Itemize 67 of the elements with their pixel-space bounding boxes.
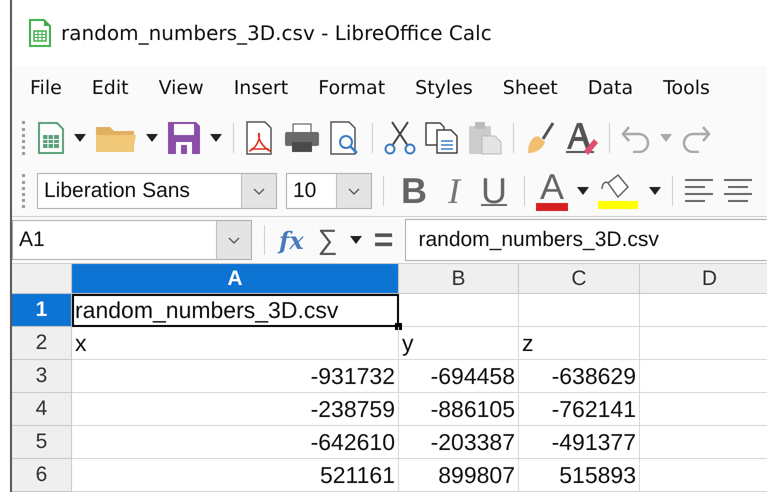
bold-button[interactable]: B xyxy=(395,171,433,211)
brush-icon[interactable] xyxy=(525,121,555,155)
menu-item[interactable]: Data xyxy=(584,77,646,99)
corner-cell[interactable] xyxy=(12,264,72,294)
copy-icon[interactable] xyxy=(425,122,459,154)
caret-icon[interactable] xyxy=(577,187,590,195)
row-header[interactable]: 3 xyxy=(12,360,72,393)
highlighter-icon[interactable] xyxy=(598,173,640,209)
chevron-down-icon xyxy=(228,236,240,244)
table-cell: -694458 xyxy=(399,360,519,393)
name-box[interactable]: A1 xyxy=(12,220,252,260)
table-cell: -203387 xyxy=(399,426,519,459)
table-cell: 515893 xyxy=(519,459,640,492)
table-cell: -886105 xyxy=(399,393,519,426)
table-cell: -931732 xyxy=(72,360,399,393)
scissors-icon[interactable] xyxy=(384,121,416,155)
chevron-down-icon xyxy=(348,188,360,194)
column-header[interactable]: A xyxy=(72,264,399,294)
menu-item[interactable]: Edit xyxy=(88,77,141,99)
printer-icon[interactable] xyxy=(284,123,320,153)
new-spreadsheet-icon[interactable] xyxy=(37,122,65,154)
table-cell: 899807 xyxy=(399,459,519,492)
table-cell: -491377 xyxy=(519,426,640,459)
row-header[interactable]: 6 xyxy=(12,459,72,492)
spreadsheet-icon xyxy=(29,19,51,47)
table-cell: -638629 xyxy=(519,360,640,393)
window-title: random_numbers_3D.csv - LibreOffice Calc xyxy=(61,21,492,45)
caret-icon[interactable] xyxy=(649,187,662,195)
table-cell: x xyxy=(72,327,399,360)
menu-item[interactable]: File xyxy=(26,77,74,99)
caret-icon[interactable] xyxy=(74,134,86,142)
caret-icon[interactable] xyxy=(350,236,362,244)
column-header[interactable]: D xyxy=(640,264,767,294)
menu-item[interactable]: View xyxy=(154,77,216,99)
menu-item[interactable]: Format xyxy=(314,77,398,99)
row-header[interactable]: 1 xyxy=(12,294,72,327)
formula-button[interactable]: = xyxy=(372,220,396,260)
underline-button[interactable]: U xyxy=(475,171,513,211)
row-header[interactable]: 5 xyxy=(12,426,72,459)
table-cell: 521161 xyxy=(72,459,399,492)
italic-button[interactable]: I xyxy=(442,171,466,211)
pdf-export-icon[interactable] xyxy=(245,121,275,155)
function-wizard-button[interactable]: fx xyxy=(277,226,306,254)
menu-item[interactable]: Styles xyxy=(411,77,485,99)
align-center-icon[interactable] xyxy=(723,178,754,204)
table-cell: -642610 xyxy=(72,426,399,459)
table-cell: random_numbers_3D.csv xyxy=(72,294,399,327)
column-header[interactable]: C xyxy=(519,264,640,294)
table-cell: z xyxy=(519,327,640,360)
chevron-down-icon xyxy=(253,188,265,194)
caret-icon[interactable] xyxy=(210,134,222,142)
column-header[interactable]: B xyxy=(399,264,519,294)
row-header[interactable]: 2 xyxy=(12,327,72,360)
table-cell: -762141 xyxy=(519,393,640,426)
align-left-icon[interactable] xyxy=(684,178,714,204)
table-cell: -238759 xyxy=(72,393,399,426)
sum-button[interactable]: ∑ xyxy=(316,224,340,256)
formula-input[interactable]: random_numbers_3D.csv xyxy=(405,219,767,261)
clear-formatting-icon[interactable] xyxy=(564,121,598,155)
caret-icon[interactable] xyxy=(146,134,158,142)
font-size-combo[interactable]: 10 xyxy=(286,173,372,209)
table-cell: y xyxy=(399,327,519,360)
menu-item[interactable]: Sheet xyxy=(498,77,570,99)
menu-item[interactable]: Tools xyxy=(659,77,722,99)
font-name-combo[interactable]: Liberation Sans xyxy=(37,173,277,209)
row-header[interactable]: 4 xyxy=(12,393,72,426)
menu-item[interactable]: Insert xyxy=(230,77,300,99)
